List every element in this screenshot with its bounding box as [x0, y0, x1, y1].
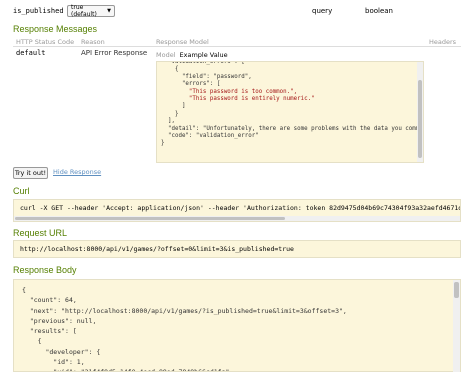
request-url-text: http://localhost:8000/api/v1/games/?offs… [20, 245, 294, 253]
example-scrollbar-thumb[interactable] [418, 80, 422, 158]
parameter-type: query [312, 7, 333, 15]
curl-command: curl -X GET --header 'Accept: applicatio… [20, 204, 461, 212]
response-body-box[interactable]: { "count": 64, "next": "http://localhost… [13, 279, 461, 372]
example-line: ] [161, 103, 186, 110]
col-header-headers: Headers [429, 38, 457, 46]
response-body-line: { [22, 337, 42, 346]
parameter-name: is_published [13, 7, 64, 15]
example-line: } [161, 110, 179, 117]
request-url-title: Request URL [13, 228, 68, 238]
example-line: "field": "password", [161, 73, 252, 80]
response-body-line: "uid": "21f4f9d5-14f0-4ecd-89ed-7949b66c… [22, 368, 233, 371]
example-value-json: "validation_errors": [ { "field": "passw… [157, 61, 424, 148]
select-value: true (default) [71, 4, 97, 18]
example-line: "This password is entirely numeric." [161, 96, 315, 103]
response-body-title: Response Body [13, 265, 77, 275]
curl-title: Curl [13, 186, 30, 196]
model-tabs: Model Example Value [156, 51, 228, 59]
response-body-json: { "count": 64, "next": "http://localhost… [14, 280, 460, 371]
example-value-box[interactable]: "validation_errors": [ { "field": "passw… [156, 61, 424, 163]
request-url-box: http://localhost:8000/api/v1/games/?offs… [13, 240, 461, 258]
is-published-select[interactable]: true (default) ▼ [67, 4, 115, 18]
example-line: "validation_errors": [ [161, 61, 245, 65]
tab-example-value[interactable]: Example Value [180, 51, 228, 59]
hide-response-link[interactable]: Hide Response [53, 168, 101, 176]
response-body-line: "id": 1, [22, 358, 85, 367]
col-header-response-model: Response Model [156, 38, 209, 46]
col-header-reason: Reason [81, 38, 105, 46]
example-line: { [161, 66, 179, 73]
parameter-data-type: boolean [365, 7, 393, 15]
response-body-line: "results": [ [22, 327, 77, 336]
curl-scrollbar-thumb[interactable] [15, 217, 285, 220]
response-body-line: "next": "http://localhost:8000/api/v1/ga… [22, 306, 347, 315]
try-it-out-button[interactable]: Try it out! [13, 167, 48, 179]
example-line: } [161, 140, 165, 147]
reason-text: API Error Response [81, 49, 148, 57]
example-line: ], [161, 118, 175, 125]
example-line: "This password is too common.", [161, 88, 298, 95]
example-line: "code": "validation_error" [161, 133, 259, 140]
response-body-line: "count": 64, [22, 296, 77, 305]
response-body-line: { [22, 286, 26, 294]
example-line: "detail": "Unfortunately, there are some… [161, 125, 424, 132]
response-body-line: "developer": { [22, 347, 101, 356]
dropdown-arrow-icon: ▼ [107, 8, 111, 14]
col-header-status-code: HTTP Status Code [16, 38, 75, 46]
response-body-line: "previous": null, [22, 316, 97, 325]
header-divider [13, 46, 461, 47]
tab-model[interactable]: Model [156, 51, 176, 59]
response-body-scrollbar-thumb[interactable] [454, 282, 459, 298]
response-messages-title: Response Messages [13, 24, 98, 34]
status-code-default: default [16, 49, 46, 57]
example-line: "errors": [ [161, 81, 221, 88]
